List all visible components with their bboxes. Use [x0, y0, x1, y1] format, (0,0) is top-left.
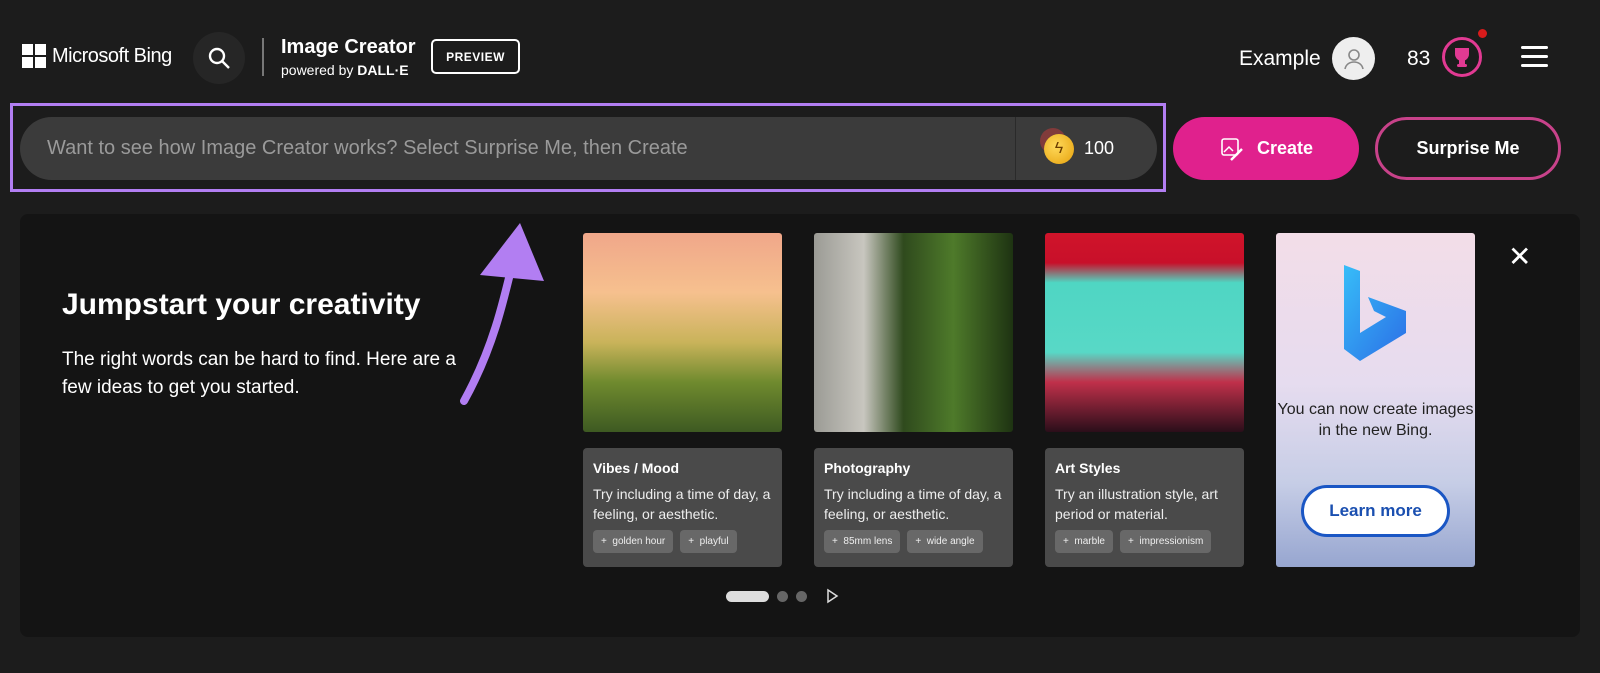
arrow-annotation-icon	[460, 223, 544, 405]
idea-card-art-styles: Art Styles Try an illustration style, ar…	[1045, 448, 1244, 567]
divider	[262, 38, 264, 76]
chip-impressionism[interactable]: + impressionism	[1119, 530, 1212, 553]
subtitle-brand: DALL·E	[357, 62, 409, 78]
vibes-mood-image[interactable]	[583, 233, 782, 432]
microsoft-bing-logo[interactable]: Microsoft Bing	[22, 44, 172, 68]
preview-badge: PREVIEW	[431, 39, 520, 74]
avatar[interactable]	[1332, 37, 1375, 80]
card-desc: Try an illustration style, art period or…	[1055, 486, 1218, 522]
learn-more-button[interactable]: Learn more	[1301, 485, 1450, 537]
rewards-button[interactable]	[1442, 37, 1482, 77]
chip-marble[interactable]: + marble	[1055, 530, 1113, 553]
surprise-me-button[interactable]: Surprise Me	[1375, 117, 1561, 180]
close-icon[interactable]: ✕	[1508, 240, 1531, 273]
promo-message: You can now create images in the new Bin…	[1277, 401, 1474, 439]
app-title: Image Creator powered by DALL·E	[281, 36, 416, 78]
idea-card-photography: Photography Try including a time of day,…	[814, 448, 1013, 567]
chip-85mm-lens[interactable]: + 85mm lens	[824, 530, 901, 553]
search-icon	[208, 47, 230, 69]
idea-card-vibes: Vibes / Mood Try including a time of day…	[583, 448, 782, 567]
prompt-box: ϟ 100	[20, 117, 1157, 180]
page-dot-3[interactable]	[796, 590, 807, 602]
windows-logo-icon	[22, 44, 46, 68]
bing-promo-card: You can now create images in the new Bin…	[1276, 233, 1475, 567]
bing-logo-icon	[1344, 265, 1406, 361]
user-icon	[1343, 48, 1364, 69]
title: Image Creator	[281, 36, 416, 58]
hamburger-menu-icon[interactable]	[1521, 46, 1548, 73]
user-name[interactable]: Example	[1239, 47, 1321, 71]
chip-wide-angle[interactable]: + wide angle	[907, 530, 983, 553]
prompt-input[interactable]	[20, 117, 1015, 180]
brand-name: Microsoft Bing	[52, 44, 172, 67]
create-label: Create	[1256, 138, 1314, 158]
page-dot-2[interactable]	[777, 590, 788, 602]
card-desc: Try including a time of day, a feeling, …	[824, 486, 1002, 522]
create-button[interactable]: Create	[1173, 117, 1359, 180]
jumpstart-text: The right words can be hard to find. Her…	[62, 349, 456, 398]
boosts-count: 100	[1084, 138, 1115, 158]
card-title: Photography	[824, 460, 911, 476]
card-title: Vibes / Mood	[593, 460, 680, 476]
jumpstart-title: Jumpstart your creativity	[62, 288, 421, 321]
subtitle-prefix: powered by	[281, 62, 358, 78]
art-styles-image[interactable]	[1045, 233, 1244, 432]
chip-golden-hour[interactable]: + golden hour	[593, 530, 674, 553]
boost-coin-icon: ϟ	[1044, 133, 1074, 164]
photography-image[interactable]	[814, 233, 1013, 432]
subtitle: powered by DALL·E	[281, 62, 416, 78]
search-button[interactable]	[193, 32, 245, 84]
next-arrow-icon[interactable]	[815, 588, 845, 604]
boosts-counter[interactable]: ϟ 100	[1015, 117, 1157, 180]
card-title: Art Styles	[1055, 460, 1121, 476]
rewards-points[interactable]: 83	[1407, 47, 1430, 71]
notification-dot	[1478, 29, 1487, 38]
image-pen-icon	[1221, 137, 1243, 161]
trophy-icon	[1455, 48, 1469, 67]
chip-playful[interactable]: + playful	[680, 530, 737, 553]
card-desc: Try including a time of day, a feeling, …	[593, 486, 771, 522]
carousel-pagination	[726, 588, 845, 604]
page-dot-1-active[interactable]	[726, 590, 769, 602]
